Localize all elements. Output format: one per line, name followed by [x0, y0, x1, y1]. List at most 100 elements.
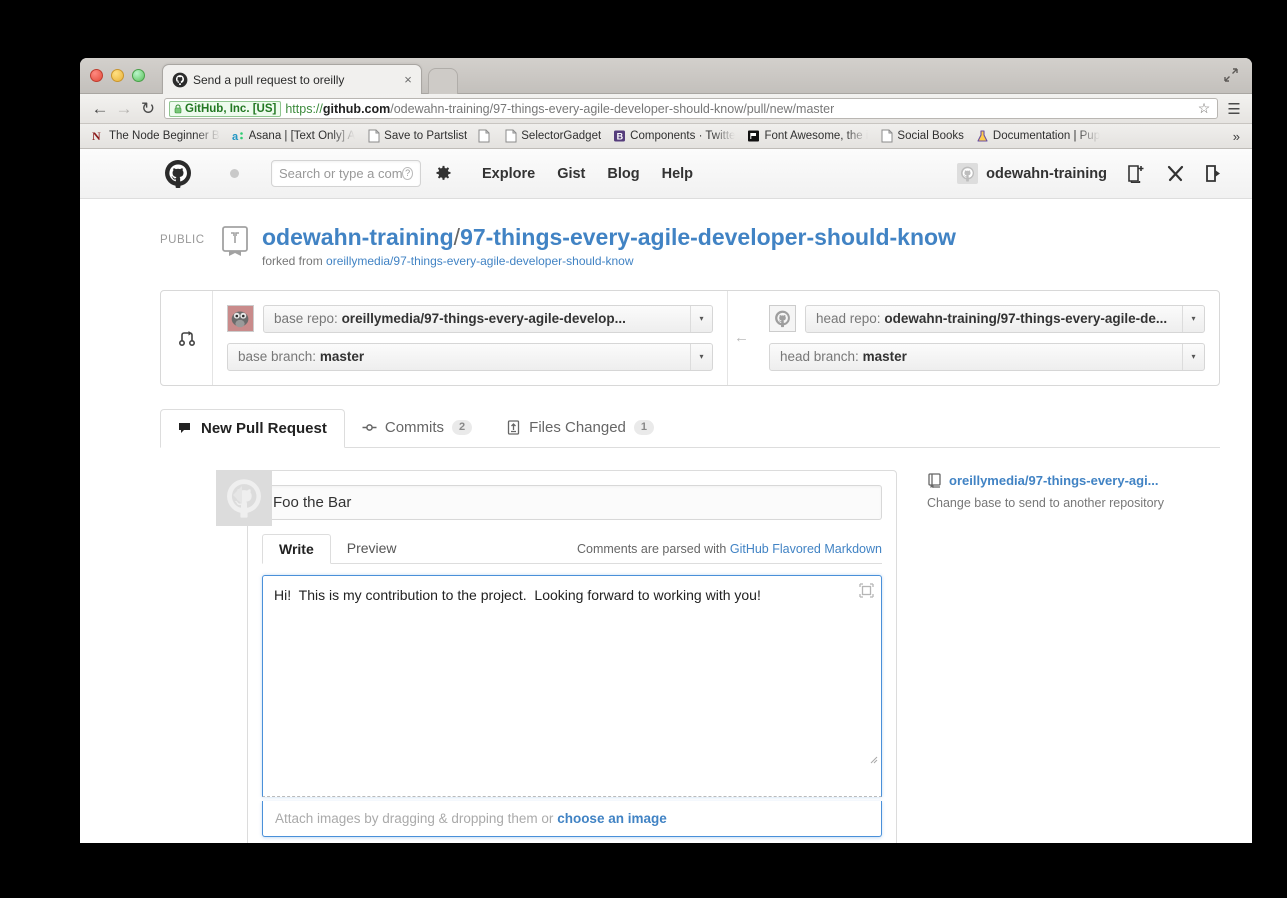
browser-tab-strip: Send a pull request to oreilly ×: [80, 58, 1252, 94]
new-tab-button[interactable]: [428, 68, 458, 94]
repo-book-icon: [927, 473, 942, 489]
tab-preview-label: Preview: [346, 539, 397, 556]
head-repo-avatar: [769, 305, 796, 333]
bookmark-item[interactable]: B Components · Twitte: [607, 127, 741, 146]
window-controls[interactable]: [90, 69, 145, 82]
editor-tabs: Write Preview Comments are parsed with G…: [262, 533, 882, 564]
markdown-editor: [262, 574, 882, 802]
reload-button[interactable]: ↻: [136, 97, 160, 121]
close-window-button[interactable]: [90, 69, 103, 82]
bookmark-item[interactable]: Documentation | Pup: [970, 127, 1106, 146]
nav-link-help[interactable]: Help: [662, 166, 693, 182]
fullscreen-expand-icon[interactable]: [859, 583, 874, 598]
forward-button[interactable]: →: [112, 97, 136, 121]
close-tab-icon[interactable]: ×: [401, 73, 415, 86]
repo-owner-link[interactable]: odewahn-training: [262, 224, 454, 250]
fullscreen-icon[interactable]: [1223, 67, 1239, 83]
head-branch-value: master: [862, 349, 907, 365]
nav-link-gist[interactable]: Gist: [557, 166, 585, 182]
minimize-window-button[interactable]: [111, 69, 124, 82]
bookmark-item[interactable]: Save to Partslist: [361, 127, 473, 146]
compare-direction-arrow-icon: ←: [727, 290, 755, 385]
new-pull-request-form: Write Preview Comments are parsed with G…: [160, 469, 1250, 843]
ssl-certificate-chip[interactable]: GitHub, Inc. [US]: [169, 100, 282, 117]
tools-icon[interactable]: [1166, 164, 1185, 183]
sign-out-icon[interactable]: [1205, 164, 1224, 183]
bookmark-label: Save to Partslist: [384, 130, 468, 142]
pull-request-title-input[interactable]: [262, 484, 882, 520]
browser-toolbar: ← → ↻ GitHub, Inc. [US] https://github.c…: [80, 94, 1252, 124]
base-repo-select[interactable]: base repo: oreillymedia/97-things-every-…: [263, 304, 713, 333]
tab-files-changed[interactable]: Files Changed 1: [489, 408, 671, 447]
tab-counter: 2: [452, 419, 473, 435]
choose-an-image-link[interactable]: choose an image: [557, 811, 667, 826]
tab-label: New Pull Request: [201, 419, 327, 437]
help-circle-icon[interactable]: ?: [402, 167, 413, 180]
pull-request-comment-box: Write Preview Comments are parsed with G…: [247, 469, 897, 843]
bookmark-item[interactable]: Social Books: [874, 127, 969, 146]
bookmark-item[interactable]: a Asana | [Text Only] A: [226, 127, 362, 146]
tab-label: Files Changed: [529, 418, 626, 436]
compare-icon: [161, 290, 213, 385]
comment-pointer: [233, 485, 242, 504]
bookmarks-overflow-icon[interactable]: »: [1227, 129, 1246, 144]
base-selector-group: base repo: oreillymedia/97-things-every-…: [213, 291, 727, 385]
bookmark-item[interactable]: SelectorGadget: [498, 127, 607, 146]
chevron-down-icon[interactable]: ▾: [690, 305, 712, 332]
browser-tab[interactable]: Send a pull request to oreilly ×: [162, 64, 422, 94]
user-menu[interactable]: odewahn-training: [957, 163, 1107, 184]
nav-link-explore[interactable]: Explore: [482, 166, 535, 182]
bookmark-item[interactable]: N The Node Beginner B: [86, 127, 226, 146]
head-branch-label: head branch:: [780, 349, 859, 365]
create-new-icon[interactable]: [1127, 164, 1146, 184]
browser-menu-icon[interactable]: ☰: [1224, 100, 1244, 118]
chevron-down-icon[interactable]: ▾: [1182, 343, 1204, 370]
chevron-down-icon[interactable]: ▾: [1182, 305, 1204, 332]
repository-header: PUBLIC odewahn-training/97-things-every-…: [160, 199, 1252, 268]
bookmark-label: Documentation | Pup: [992, 130, 1101, 142]
github-octocat-avatar: [216, 469, 272, 526]
gear-icon[interactable]: [435, 165, 452, 182]
github-mark-icon: [172, 72, 188, 88]
chevron-down-icon[interactable]: ▾: [690, 343, 712, 370]
bookmark-label: Components · Twitte: [630, 130, 736, 142]
address-bar[interactable]: GitHub, Inc. [US] https://github.com/ode…: [164, 98, 1218, 119]
device-frame: Send a pull request to oreilly × ← → ↻ G…: [22, 22, 1265, 876]
bookmark-item[interactable]: [473, 127, 498, 146]
svg-text:a: a: [232, 131, 239, 143]
diff-file-icon: [506, 420, 521, 435]
head-repo-select[interactable]: head repo: odewahn-training/97-things-ev…: [805, 304, 1205, 333]
head-branch-select[interactable]: head branch: master ▾: [769, 342, 1205, 371]
image-drop-zone[interactable]: Attach images by dragging & dropping the…: [262, 800, 882, 837]
base-branch-select[interactable]: base branch: master ▾: [227, 342, 713, 371]
forked-from-link[interactable]: oreillymedia/97-things-every-agile-devel…: [326, 254, 633, 268]
url-path: /odewahn-training/97-things-every-agile-…: [390, 101, 835, 116]
avatar: [957, 163, 979, 184]
github-logo-icon[interactable]: [160, 156, 196, 192]
repo-name-link[interactable]: 97-things-every-agile-developer-should-k…: [460, 224, 956, 250]
global-search[interactable]: Search or type a command ?: [271, 160, 421, 187]
bookmark-item[interactable]: Font Awesome, the i: [741, 127, 874, 146]
status-dot: [230, 169, 239, 178]
textarea-resize-handle[interactable]: [868, 754, 878, 764]
bootstrap-b-icon: B: [613, 129, 626, 143]
ssl-certificate-label: GitHub, Inc. [US]: [185, 102, 277, 115]
bookmark-star-icon[interactable]: ☆: [1195, 100, 1213, 117]
maximize-window-button[interactable]: [132, 69, 145, 82]
search-input[interactable]: Search or type a command ?: [271, 160, 421, 187]
pull-request-body-textarea[interactable]: [262, 574, 882, 797]
browser-window: Send a pull request to oreilly × ← → ↻ G…: [80, 58, 1252, 843]
head-branch-row: head branch: master ▾: [769, 342, 1205, 371]
back-button[interactable]: ←: [88, 97, 112, 121]
nav-link-blog[interactable]: Blog: [607, 166, 639, 182]
tab-commits[interactable]: Commits 2: [345, 408, 489, 447]
target-repository-link[interactable]: oreillymedia/97-things-every-agi...: [927, 473, 1207, 489]
url-host: github.com: [322, 101, 391, 116]
markdown-help-link[interactable]: GitHub Flavored Markdown: [730, 542, 882, 556]
base-repo-label: base repo:: [274, 311, 338, 327]
url-scheme: https://: [285, 101, 323, 116]
tab-new-pull-request[interactable]: New Pull Request: [160, 408, 345, 448]
user-name: odewahn-training: [986, 165, 1107, 182]
tab-preview[interactable]: Preview: [331, 533, 413, 563]
tab-write[interactable]: Write: [262, 533, 331, 564]
